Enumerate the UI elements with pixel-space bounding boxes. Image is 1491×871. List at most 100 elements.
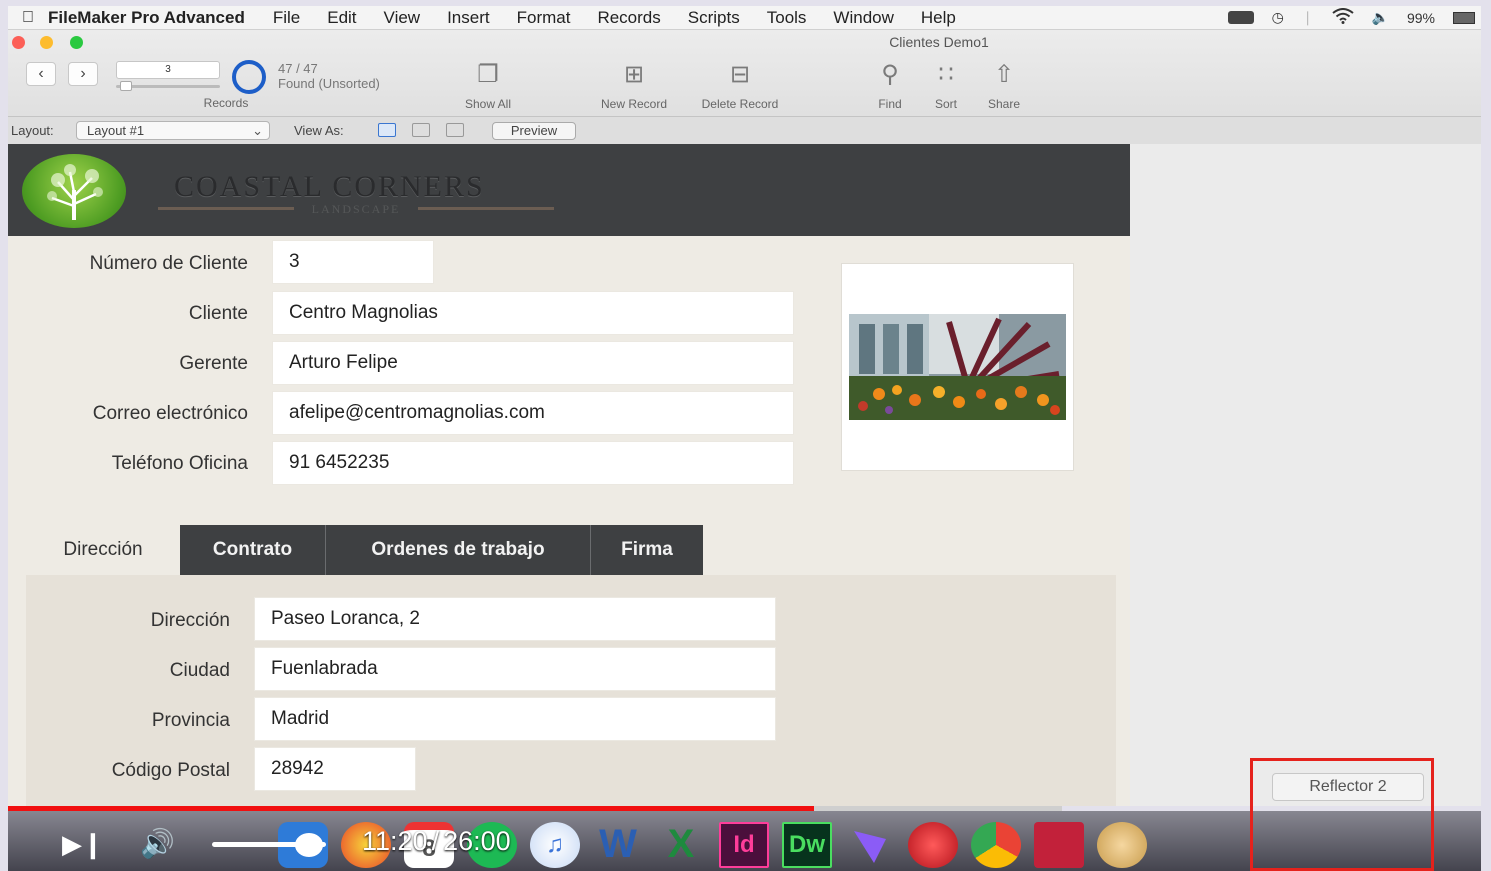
app-menu[interactable]: FileMaker Pro Advanced — [48, 8, 245, 28]
view-as-label: View As: — [294, 123, 344, 138]
manager-label: Gerente — [179, 353, 248, 374]
video-time-separator: / — [431, 826, 440, 856]
tab-control: Dirección Contrato Ordenes de trabajo Fi… — [26, 525, 1116, 806]
share-button[interactable]: ⇧ Share — [978, 60, 1030, 118]
layout-select-value: Layout #1 — [87, 123, 145, 138]
client-name-label: Cliente — [188, 303, 248, 324]
table-view-button[interactable] — [446, 123, 464, 137]
wifi-icon[interactable] — [1331, 8, 1354, 27]
record-dock-icon[interactable] — [908, 821, 958, 868]
find-button[interactable]: ⚲ Find — [866, 60, 914, 118]
brand-name: COASTAL CORNERS — [174, 170, 485, 203]
find-label: Find — [878, 97, 902, 111]
tab-direccion[interactable]: Dirección — [26, 525, 180, 575]
menu-edit[interactable]: Edit — [327, 8, 356, 28]
share-label: Share — [987, 97, 1021, 111]
layout-bar: Layout: Layout #1 ⌄ View As: Preview — [8, 116, 1481, 144]
battery-icon[interactable] — [1453, 11, 1475, 24]
window-empty-area — [1130, 144, 1481, 806]
menu-file[interactable]: File — [273, 8, 300, 28]
tree-logo-icon — [22, 154, 126, 228]
layout-label: Layout: — [11, 123, 54, 138]
preview-button[interactable]: Preview — [492, 122, 576, 140]
new-record-icon: ⊞ — [623, 61, 645, 88]
delete-record-label: Delete Record — [701, 97, 779, 111]
tab-ordenes-de-trabajo[interactable]: Ordenes de trabajo — [326, 525, 591, 575]
current-record-input[interactable]: 3 — [116, 61, 220, 79]
menu-view[interactable]: View — [384, 8, 421, 28]
menu-window[interactable]: Window — [833, 8, 893, 28]
vectorize-dock-icon[interactable] — [845, 822, 895, 868]
chevron-down-icon: ⌄ — [252, 123, 263, 138]
client-number-field[interactable]: 3 — [272, 240, 434, 284]
show-all-icon: ❐ — [477, 61, 499, 88]
office-phone-field[interactable]: 91 6452235 — [272, 441, 794, 485]
tab-contrato[interactable]: Contrato — [180, 525, 326, 575]
records-pie-icon — [232, 60, 266, 94]
video-progress-fill — [8, 806, 815, 811]
province-label: Provincia — [151, 710, 230, 731]
menu-insert[interactable]: Insert — [447, 8, 490, 28]
next-record-button[interactable]: › — [68, 62, 98, 86]
menubar:  FileMaker Pro Advanced File Edit View … — [8, 6, 1481, 30]
layout-header: COASTAL CORNERS LANDSCAPE — [8, 144, 1130, 236]
dreamweaver-dock-icon[interactable]: Dw — [782, 821, 832, 868]
show-all-button[interactable]: ❐ Show All — [452, 60, 524, 118]
show-all-label: Show All — [464, 97, 512, 111]
video-current-time: 11:20 — [362, 826, 428, 856]
battery-percent: 99% — [1406, 9, 1435, 26]
window-title: Clientes Demo1 — [889, 34, 989, 50]
email-field[interactable]: afelipe@centromagnolias.com — [272, 391, 794, 435]
new-record-label: New Record — [600, 97, 668, 111]
record-slider-handle[interactable] — [120, 81, 132, 91]
manager-field[interactable]: Arturo Felipe — [272, 341, 794, 385]
menu-scripts[interactable]: Scripts — [688, 8, 740, 28]
postal-code-label: Código Postal — [111, 760, 230, 781]
office-phone-label: Teléfono Oficina — [111, 453, 248, 474]
menu-records[interactable]: Records — [597, 8, 660, 28]
menu-tools[interactable]: Tools — [767, 8, 807, 28]
highlight-box — [1250, 758, 1434, 871]
records-label: Records — [203, 96, 249, 110]
keyboard-icon[interactable] — [1227, 11, 1254, 24]
search-icon: ⚲ — [881, 61, 899, 88]
sort-button[interactable]: ∷ Sort — [924, 60, 968, 118]
menu-help[interactable]: Help — [921, 8, 956, 28]
city-field[interactable]: Fuenlabrada — [254, 647, 776, 691]
province-field[interactable]: Madrid — [254, 697, 776, 741]
next-video-icon[interactable]: ▶❙ — [62, 829, 104, 859]
word-dock-icon[interactable]: W — [593, 822, 643, 868]
found-count: 47 / 47 — [278, 61, 318, 76]
email-label: Correo electrónico — [92, 403, 248, 424]
city-label: Ciudad — [169, 660, 230, 681]
excel-dock-icon[interactable]: X — [656, 822, 706, 868]
delete-record-button[interactable]: ⊟ Delete Record — [688, 60, 792, 118]
video-duration: 26:00 — [443, 826, 511, 856]
new-record-button[interactable]: ⊞ New Record — [590, 60, 678, 118]
volume-slider-handle[interactable] — [294, 833, 323, 857]
apple-icon[interactable]:  — [8, 9, 48, 27]
client-name-field[interactable]: Centro Magnolias — [272, 291, 794, 335]
indesign-dock-icon[interactable]: Id — [719, 821, 769, 868]
volume-icon[interactable]: 🔈 — [1372, 9, 1389, 26]
menu-format[interactable]: Format — [517, 8, 571, 28]
list-view-button[interactable] — [412, 123, 430, 137]
itunes-dock-icon[interactable]: ♫ — [530, 821, 580, 868]
client-photo-container[interactable] — [841, 263, 1074, 471]
tab-firma[interactable]: Firma — [591, 525, 703, 575]
reflector-dock-icon[interactable] — [1034, 821, 1084, 868]
postal-code-field[interactable]: 28942 — [254, 747, 416, 791]
address-field[interactable]: Paseo Loranca, 2 — [254, 597, 776, 641]
form-view-button[interactable] — [378, 123, 396, 137]
chrome-dock-icon[interactable] — [971, 821, 1021, 868]
previous-record-button[interactable]: ‹ — [26, 62, 56, 86]
volume-icon[interactable]: 🔊 — [140, 826, 186, 862]
time-machine-icon[interactable]: ◷ — [1272, 9, 1284, 26]
client-photo — [849, 314, 1066, 420]
flower-dock-icon[interactable] — [1097, 821, 1147, 868]
layout-select[interactable]: Layout #1 ⌄ — [76, 121, 270, 140]
sort-icon: ∷ — [938, 61, 954, 88]
sort-label: Sort — [934, 97, 957, 111]
bluetooth-icon[interactable]: ❘ — [1302, 9, 1314, 26]
found-status: Found (Unsorted) — [278, 76, 380, 91]
